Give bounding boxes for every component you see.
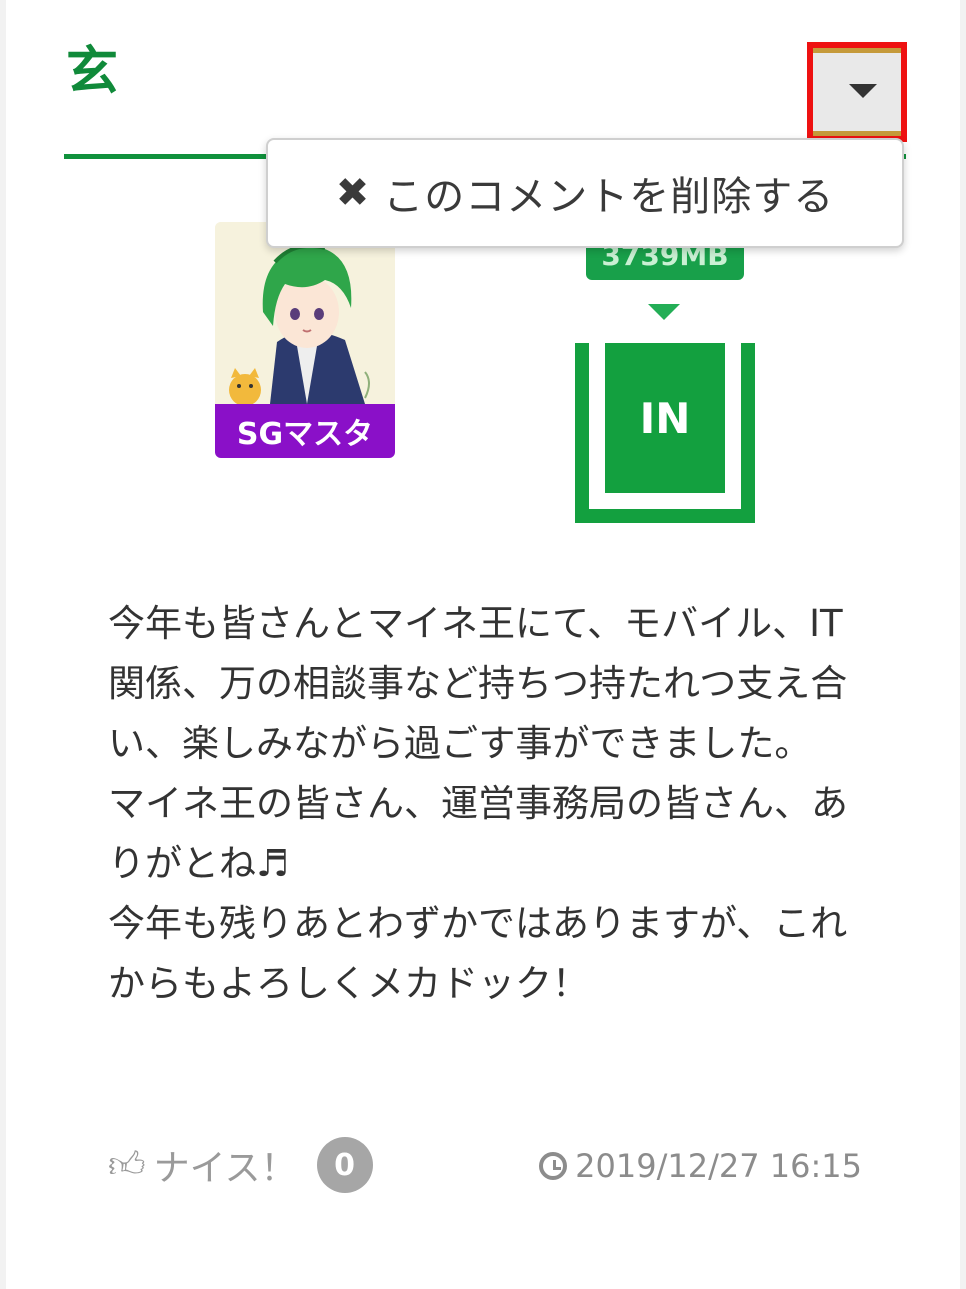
- pointer-triangle-icon: [648, 304, 680, 320]
- page-edge-left: [0, 0, 6, 1289]
- comment-menu-button[interactable]: [807, 42, 907, 142]
- comment-paragraph: 今年も残りあとわずかではありますが、これからもよろしくメカドック！: [108, 902, 848, 1005]
- in-label: IN: [605, 343, 725, 493]
- user-avatar[interactable]: SGマスタ: [215, 222, 395, 458]
- close-icon: ✖: [335, 170, 370, 216]
- in-frame-bottom: [575, 509, 755, 523]
- nice-button[interactable]: 👍︎ ナイス！ 0: [108, 1137, 373, 1193]
- comment-body: 今年も皆さんとマイネ王にて、モバイル、IT関係、万の相談事など持ちつ持たれつ支え…: [108, 594, 878, 1014]
- comment-paragraph: マイネ王の皆さん、運営事務局の皆さん、ありがとね♬: [108, 782, 848, 885]
- username[interactable]: 玄: [66, 40, 118, 104]
- timestamp-text: 2019/12/27 16:15: [575, 1147, 862, 1185]
- delete-comment-label: このコメントを削除する: [383, 174, 835, 220]
- in-frame-right: [741, 343, 755, 523]
- delete-comment-menu-item[interactable]: ✖ このコメントを削除する: [336, 164, 835, 222]
- nice-label: ナイス！: [153, 1148, 297, 1189]
- button-border-bottom: [813, 131, 901, 136]
- button-border-top: [813, 48, 901, 53]
- avatar-illustration: [215, 222, 395, 404]
- page-edge-right: [960, 0, 966, 1289]
- clock-icon: [539, 1152, 568, 1180]
- comment-timestamp: 2019/12/27 16:15: [539, 1145, 862, 1187]
- user-rank-badge: SGマスタ: [215, 404, 395, 458]
- nice-count-badge: 0: [316, 1137, 373, 1193]
- comment-paragraph: 今年も皆さんとマイネ王にて、モバイル、IT関係、万の相談事など持ちつ持たれつ支え…: [108, 602, 848, 765]
- caret-down-icon: [849, 84, 877, 98]
- in-frame-left: [575, 343, 589, 523]
- in-status-icon: IN: [575, 343, 755, 523]
- comment-dropdown-menu: ✖ このコメントを削除する: [266, 138, 904, 248]
- thumbs-up-icon: 👍︎: [108, 1145, 146, 1186]
